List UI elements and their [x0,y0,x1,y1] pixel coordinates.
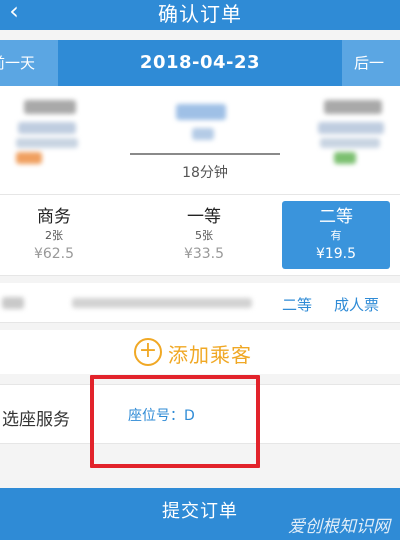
seat-option-business[interactable]: 商务 2张 ¥62.5 [0,201,108,269]
seat-class-name: 商务 [37,207,71,227]
seat-count: 2张 [45,229,63,242]
seat-option-second[interactable]: 二等 有 ¥19.5 [282,201,390,269]
seat-service-label: 选座服务 [2,410,70,430]
seat-count: 有 [330,229,342,242]
seat-option-first[interactable]: 一等 5张 ¥33.5 [150,201,258,269]
page-title: 确认订单 [158,2,242,26]
seat-class-name: 一等 [187,207,221,227]
departure-detail-blurred [16,138,78,148]
next-day-button[interactable]: 后一 [342,40,400,86]
arrival-tag-blurred [334,152,356,164]
add-passenger-button[interactable]: + 添加乘客 [0,330,400,374]
arrival-detail-blurred [320,138,380,148]
departure-tag-blurred [16,152,42,164]
train-detail-blurred [192,128,214,140]
add-passenger-label: 添加乘客 [168,343,252,367]
arrival-time-blurred [324,100,382,114]
seat-price: ¥62.5 [33,246,75,262]
departure-time-blurred [24,100,76,114]
seat-class-name: 二等 [319,207,353,227]
seat-class-options: 商务 2张 ¥62.5 一等 5张 ¥33.5 二等 有 ¥19.5 [0,194,400,276]
watermark: 爱创根知识网 [288,517,390,537]
route-arrow-line [130,153,280,155]
passenger-ticket-type[interactable]: 成人票 [334,294,379,315]
date-navigation: 前一天 2018-04-23 后一 [0,40,400,86]
seat-count: 5张 [195,229,213,242]
passenger-seat-class[interactable]: 二等 [282,294,312,315]
passenger-row[interactable]: 二等 成人票 [0,283,400,323]
plus-circle-icon: + [134,338,162,366]
passenger-id-blurred [72,298,252,308]
passenger-name-blurred [2,297,24,309]
title-bar: ‹ 确认订单 [0,0,400,30]
highlight-box [90,375,260,468]
selected-date[interactable]: 2018-04-23 [0,40,400,86]
seat-price: ¥33.5 [183,246,225,262]
departure-station-blurred [18,122,76,134]
seat-price: ¥19.5 [315,246,357,262]
train-number-blurred [176,104,226,120]
trip-duration: 18分钟 [182,165,228,181]
arrival-station-blurred [318,122,384,134]
